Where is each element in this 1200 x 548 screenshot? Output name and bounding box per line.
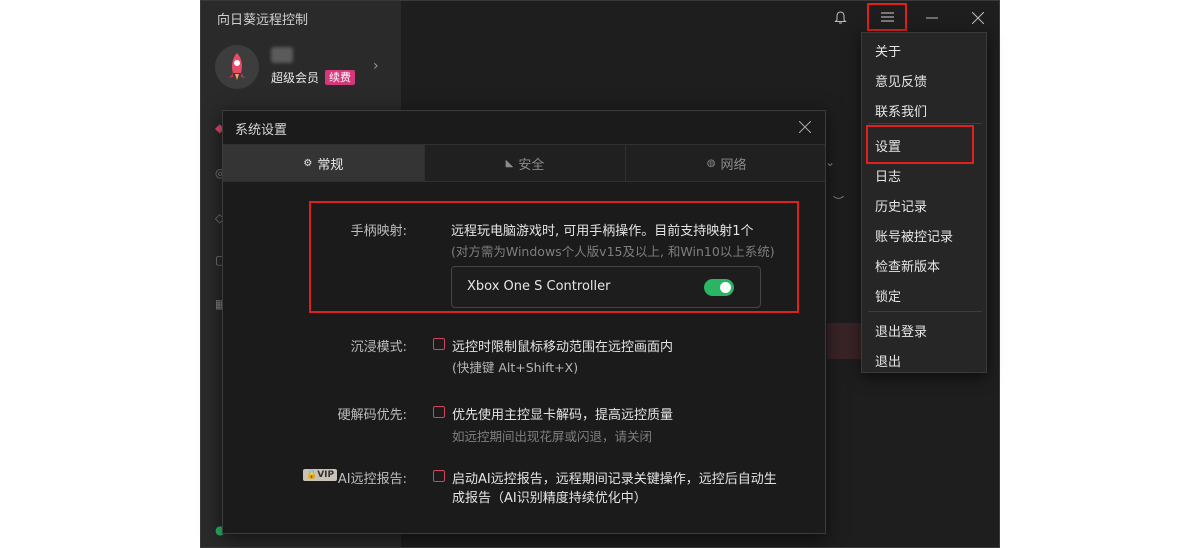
menu-button[interactable] (867, 3, 907, 31)
ai-report-checkbox[interactable] (433, 470, 445, 482)
tab-security[interactable]: ◣ 安全 (425, 145, 627, 181)
app-title: 向日葵远程控制 (217, 13, 309, 28)
menu-divider (868, 123, 982, 124)
shield-icon: ◣ (505, 157, 514, 169)
tab-network[interactable]: ◍ 网络 (626, 145, 825, 181)
close-window-button[interactable] (965, 5, 991, 31)
hw-decode-checkbox[interactable] (433, 406, 445, 418)
menu-item-contact[interactable]: 联系我们 (875, 101, 927, 120)
minimize-button[interactable] (919, 5, 945, 31)
gear-icon: ⚙ (303, 157, 313, 169)
hw-decode-text: 优先使用主控显卡解码，提高远控质量 (452, 408, 674, 423)
gamepad-text: 远程玩电脑游戏时, 可用手柄操作。目前支持映射1个 (451, 224, 754, 239)
toggle-knob (720, 282, 731, 293)
vip-text: VIP (317, 470, 335, 480)
chevron-right-icon[interactable]: › (373, 58, 379, 74)
close-icon (972, 12, 984, 24)
tab-label: 安全 (518, 157, 545, 173)
settings-dialog: 系统设置 ⚙ 常规 ◣ 安全 ◍ 网络 手柄映射: 远程玩电脑游戏时, 可用手柄… (222, 110, 826, 534)
immersive-text: 远控时限制鼠标移动范围在远控画面内 (452, 340, 674, 355)
avatar[interactable] (215, 45, 259, 89)
gamepad-sub: (对方需为Windows个人版v15及以上, 和Win10以上系统) (451, 244, 775, 259)
ai-report-text-1: 启动AI远控报告，远程期间记录关键操作，远控后自动生 (452, 472, 777, 487)
member-label: 超级会员 (271, 71, 320, 85)
main-menu-dropdown: 关于 意见反馈 联系我们 设置 日志 历史记录 账号被控记录 检查新版本 锁定 … (861, 32, 987, 373)
gamepad-label: 手柄映射: (350, 224, 407, 239)
menu-item-history[interactable]: 历史记录 (875, 196, 927, 215)
menu-item-check-update[interactable]: 检查新版本 (875, 256, 940, 275)
menu-item-lock[interactable]: 锁定 (875, 286, 901, 305)
member-line: 超级会员 续费 (271, 69, 356, 86)
settings-highlight-annotation (866, 125, 974, 164)
menu-item-about[interactable]: 关于 (875, 41, 901, 60)
globe-icon: ◍ (706, 157, 716, 169)
username-blurred (271, 47, 293, 63)
close-icon (798, 120, 812, 134)
settings-tabs: ⚙ 常规 ◣ 安全 ◍ 网络 (223, 144, 825, 182)
menu-item-feedback[interactable]: 意见反馈 (875, 71, 927, 90)
dialog-title: 系统设置 (235, 123, 288, 138)
controller-toggle[interactable] (704, 279, 734, 296)
ai-report-label: AI远控报告: (337, 472, 407, 487)
immersive-sub: (快捷键 Alt+Shift+X) (452, 360, 579, 375)
rocket-avatar-icon (215, 45, 259, 89)
ai-report-text-2: 成报告（AI识别精度持续优化中） (452, 491, 647, 506)
menu-item-account-controlled[interactable]: 账号被控记录 (875, 226, 953, 245)
eye-closed-icon: ︶ (833, 195, 844, 208)
controller-item: Xbox One S Controller (451, 266, 761, 308)
menu-item-logout[interactable]: 退出登录 (875, 321, 927, 340)
tab-general[interactable]: ⚙ 常规 (223, 145, 425, 181)
background-button (827, 323, 863, 359)
controller-name: Xbox One S Controller (467, 279, 611, 294)
menu-divider (868, 311, 982, 312)
renew-badge[interactable]: 续费 (325, 70, 356, 85)
tab-label: 常规 (317, 157, 344, 173)
hamburger-icon (880, 12, 894, 22)
tab-label: 网络 (720, 157, 747, 173)
chevron-down-icon: ⌄ (825, 155, 836, 169)
menu-item-log[interactable]: 日志 (875, 166, 901, 185)
dialog-close-button[interactable] (798, 115, 812, 138)
bell-icon[interactable] (829, 5, 851, 31)
immersive-checkbox[interactable] (433, 338, 445, 350)
immersive-label: 沉浸模式: (350, 340, 407, 355)
menu-item-exit[interactable]: 退出 (875, 351, 901, 370)
hw-decode-sub: 如远控期间出现花屏或闪退，请关闭 (452, 429, 653, 444)
hw-decode-label: 硬解码优先: (337, 408, 407, 423)
